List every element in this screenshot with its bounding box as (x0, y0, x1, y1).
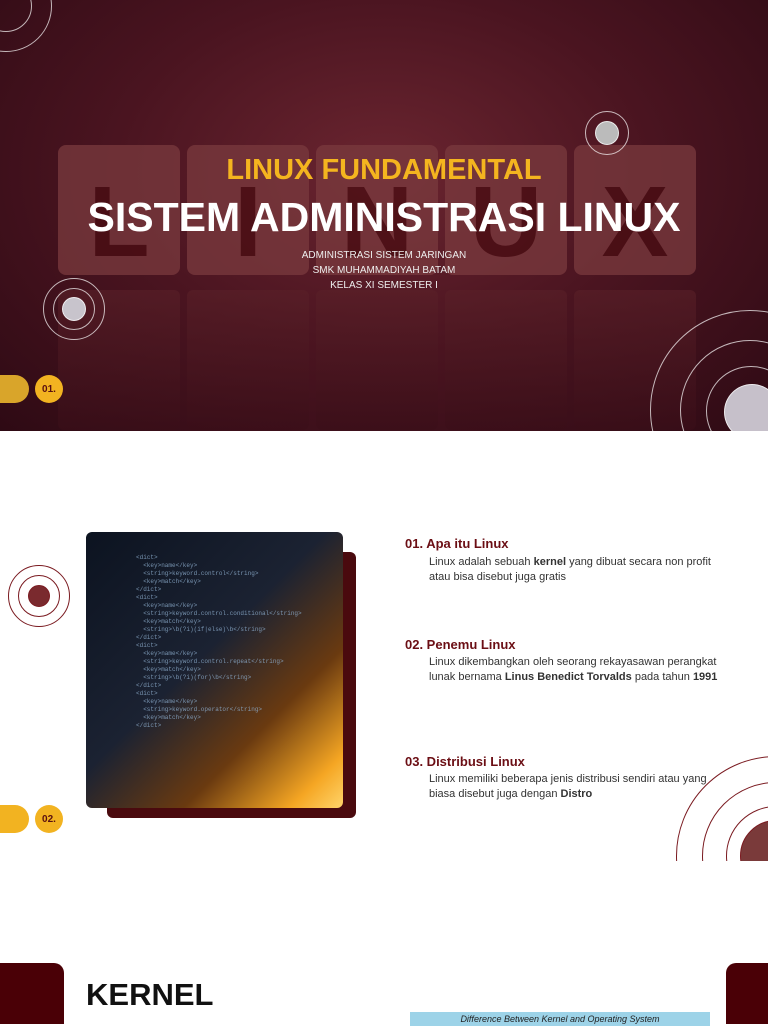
side-bar-left (0, 963, 64, 1024)
item-title: 03. Distribusi Linux (405, 754, 525, 769)
reflection (316, 290, 438, 430)
text: pada tahun (631, 671, 693, 683)
subtitle: KELAS XI SEMESTER I (330, 280, 438, 291)
bold-text: kernel (533, 556, 567, 568)
page-number: 02. (35, 805, 63, 833)
item-text: Linux memiliki beberapa jenis distribusi… (429, 772, 714, 802)
bold-text: Linus Benedict Torvalds (504, 671, 632, 683)
subtitle: SMK MUHAMMADIYAH BATAM (312, 265, 456, 276)
page-number: 01. (35, 375, 63, 403)
reflection (445, 290, 567, 430)
ring-decoration (28, 585, 50, 607)
item-text: Linux dikembangkan oleh seorang rekayasa… (429, 655, 719, 685)
title-top: LINUX FUNDAMENTAL (226, 154, 542, 186)
item-title: 02. Penemu Linux (405, 637, 516, 652)
kernel-slide: KERNEL Difference Between Kernel and Ope… (0, 963, 768, 1026)
code-lines: <dict> <key>name</key> <string>keyword.c… (136, 554, 302, 729)
title-main: SISTEM ADMINISTRASI LINUX (87, 194, 681, 240)
item-text: Linux adalah sebuah kernel yang dibuat s… (429, 555, 729, 585)
title-slide: L I N U X LINUX FUNDAMENTAL SISTEM ADMIN… (0, 0, 768, 431)
ring-decoration (62, 297, 86, 321)
item-title: 01. Apa itu Linux (405, 536, 509, 551)
intro-slide: <dict> <key>name</key> <string>keyword.c… (0, 431, 768, 861)
bold-text: 1991 (692, 671, 718, 683)
side-bar-right (726, 963, 768, 1024)
slide-title: KERNEL (86, 977, 214, 1012)
code-image: <dict> <key>name</key> <string>keyword.c… (86, 532, 343, 808)
page-pill (0, 375, 29, 403)
bold-text: Distro (560, 788, 593, 800)
page-pill (0, 805, 29, 833)
ring-decoration (595, 121, 619, 145)
subtitle: ADMINISTRASI SISTEM JARINGAN (301, 250, 467, 261)
reflection (187, 290, 309, 430)
text: Linux adalah sebuah (429, 556, 534, 568)
